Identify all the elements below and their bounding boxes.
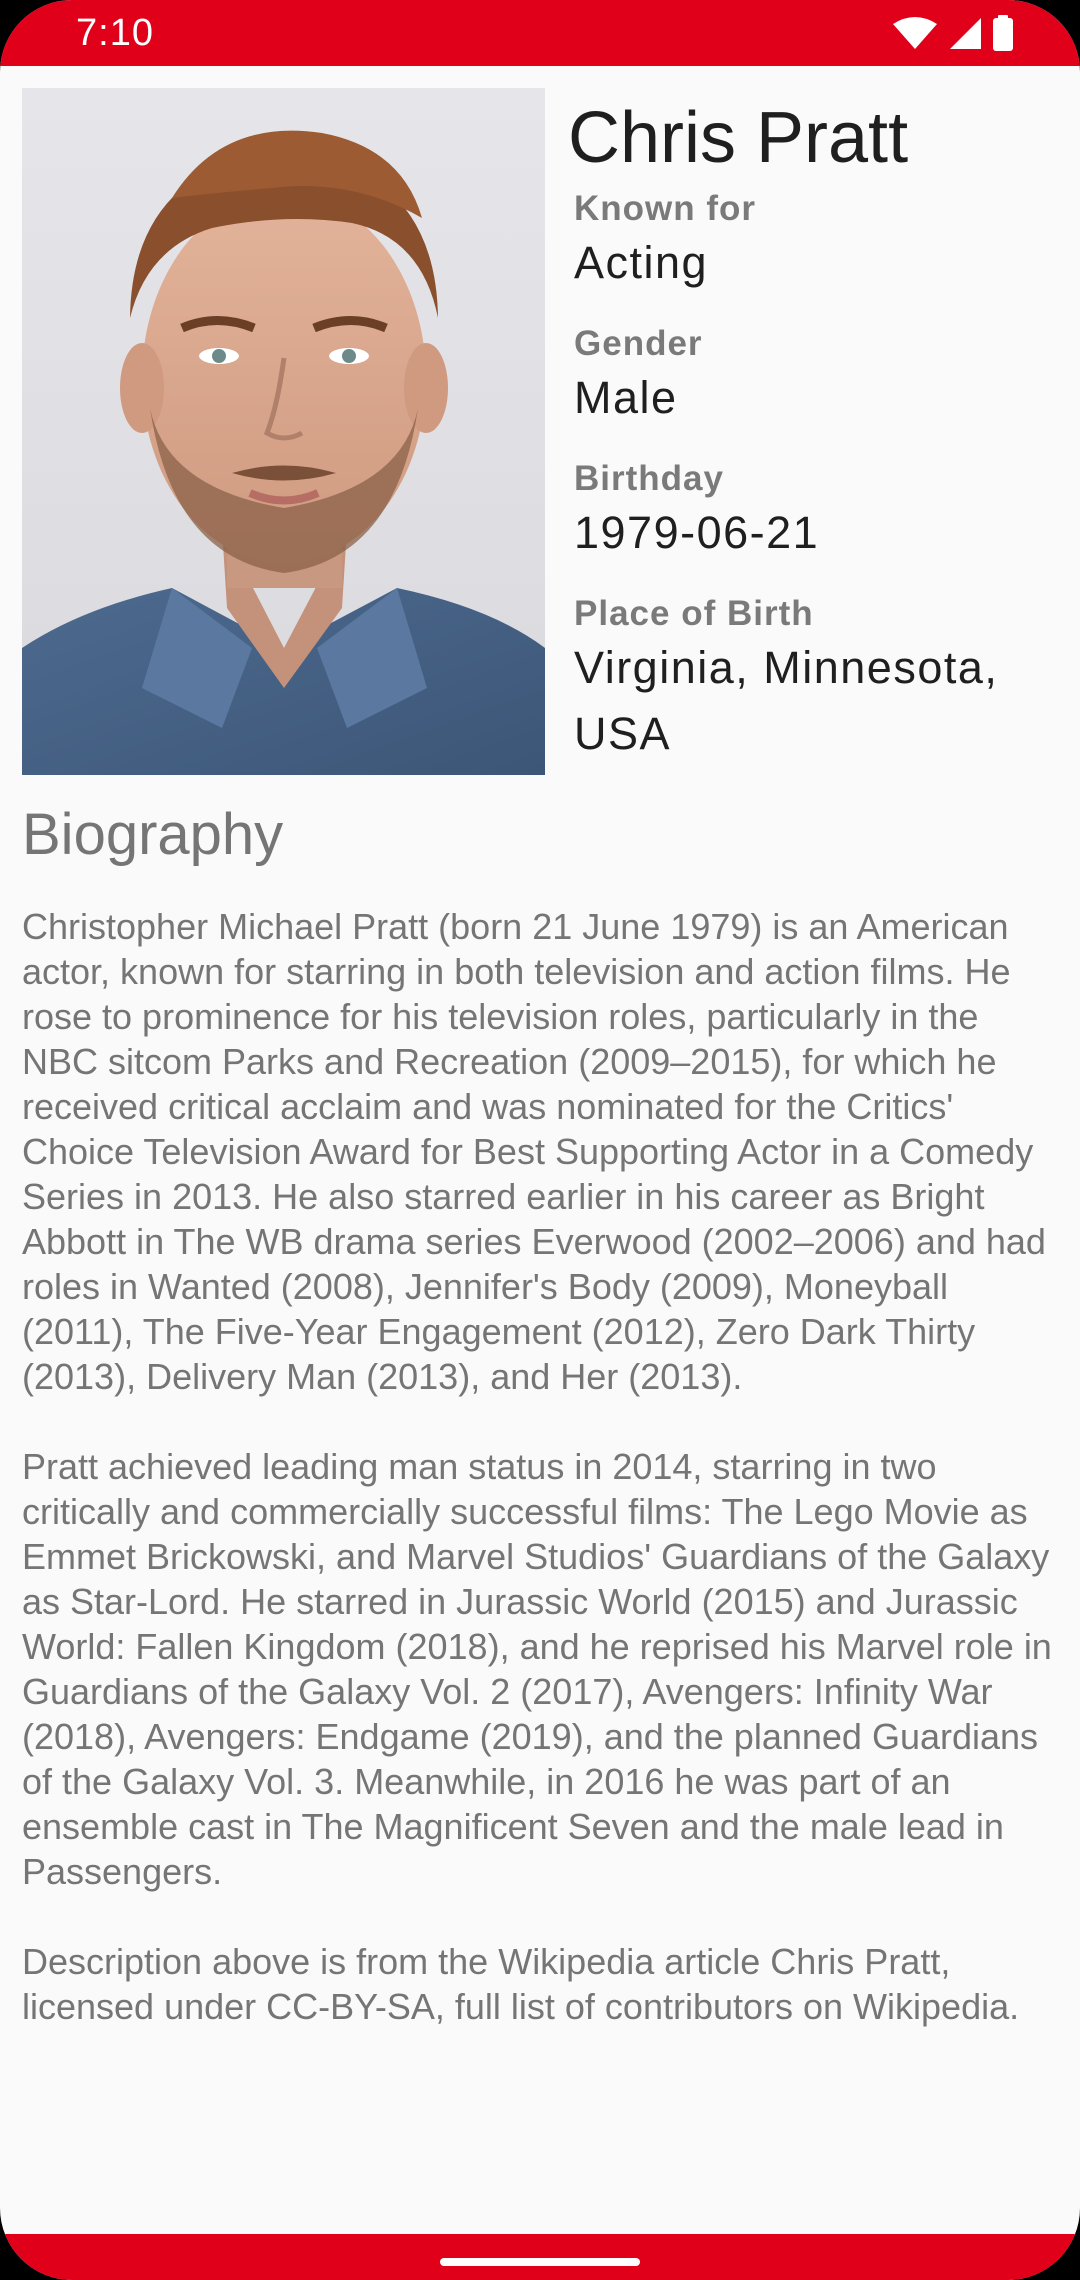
status-icons	[892, 15, 1014, 51]
gender-value: Male	[574, 372, 678, 423]
place-of-birth-label: Place of Birth	[574, 594, 814, 633]
birthday-value: 1979-06-21	[574, 507, 820, 558]
known-for-label: Known for	[574, 189, 757, 228]
status-time: 7:10	[76, 12, 154, 54]
wifi-icon	[892, 16, 938, 50]
navigation-bar	[0, 2234, 1080, 2280]
profile-photo	[22, 88, 545, 775]
status-bar: 7:10	[0, 0, 1080, 66]
battery-icon	[992, 15, 1014, 51]
gender-label: Gender	[574, 324, 703, 363]
home-gesture-handle[interactable]	[440, 2258, 640, 2266]
person-name: Chris Pratt	[568, 98, 909, 178]
cellular-signal-icon	[948, 16, 982, 50]
app-screen: 7:10 Chris Pratt Known for Acting Gender…	[0, 0, 1080, 2280]
birthday-label: Birthday	[574, 459, 724, 498]
place-of-birth-value: Virginia, Minnesota, USA	[574, 642, 999, 759]
known-for-value: Acting	[574, 237, 709, 288]
biography-text: Christopher Michael Pratt (born 21 June …	[22, 906, 1052, 2027]
biography-heading: Biography	[22, 802, 284, 867]
